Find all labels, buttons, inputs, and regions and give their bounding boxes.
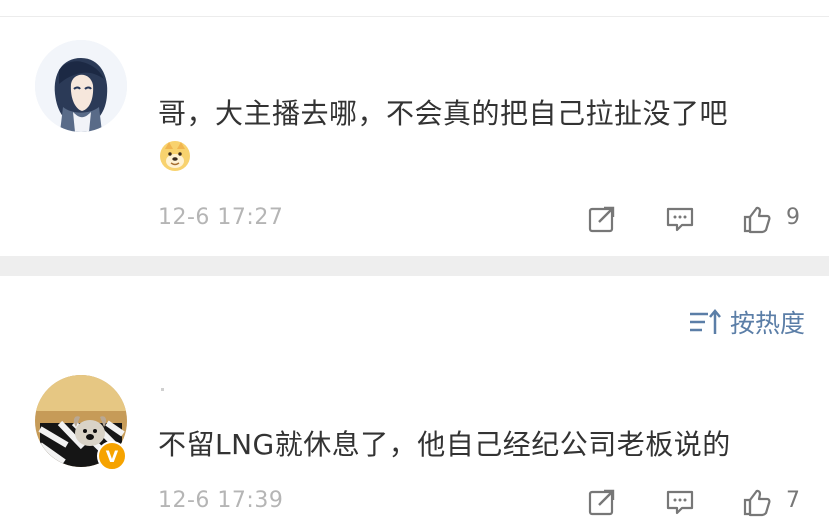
repost-icon xyxy=(588,489,615,516)
repost-button[interactable] xyxy=(584,201,620,237)
reply-button[interactable] xyxy=(662,484,698,520)
comment-text: 不留LNG就休息了，他自己经纪公司老板说的 xyxy=(158,428,731,461)
section-divider xyxy=(0,256,829,276)
repost-button[interactable] xyxy=(584,484,620,520)
thumb-up-icon xyxy=(743,489,771,517)
like-button[interactable] xyxy=(739,484,775,520)
comment-item: 哥，大主播去哪，不会真的把自己拉扯没了吧 12-6 17:27 9 xyxy=(0,40,829,255)
repost-icon xyxy=(588,206,615,233)
comment-time: 12-6 17:39 xyxy=(158,488,284,513)
comment-item: V 不留LNG就休息了，他自己经纪公司老板说的 12-6 17:39 7 xyxy=(0,375,829,517)
comment-text: 哥，大主播去哪，不会真的把自己拉扯没了吧 xyxy=(158,97,729,130)
thumb-up-icon xyxy=(743,206,771,234)
reply-button[interactable] xyxy=(662,201,698,237)
top-divider xyxy=(0,16,829,17)
doge-emoji xyxy=(158,139,192,173)
comment-icon xyxy=(666,207,694,232)
sort-label: 按热度 xyxy=(730,309,806,338)
sort-icon xyxy=(690,309,721,334)
sort-toggle[interactable]: 按热度 xyxy=(688,305,805,339)
like-count: 7 xyxy=(786,488,800,513)
comment-icon xyxy=(666,490,694,515)
anime-avatar-image xyxy=(35,40,127,132)
comment-time: 12-6 17:27 xyxy=(158,205,284,230)
avatar[interactable] xyxy=(35,40,127,132)
verified-badge: V xyxy=(97,441,127,471)
like-button[interactable] xyxy=(739,201,775,237)
like-count: 9 xyxy=(786,205,800,230)
